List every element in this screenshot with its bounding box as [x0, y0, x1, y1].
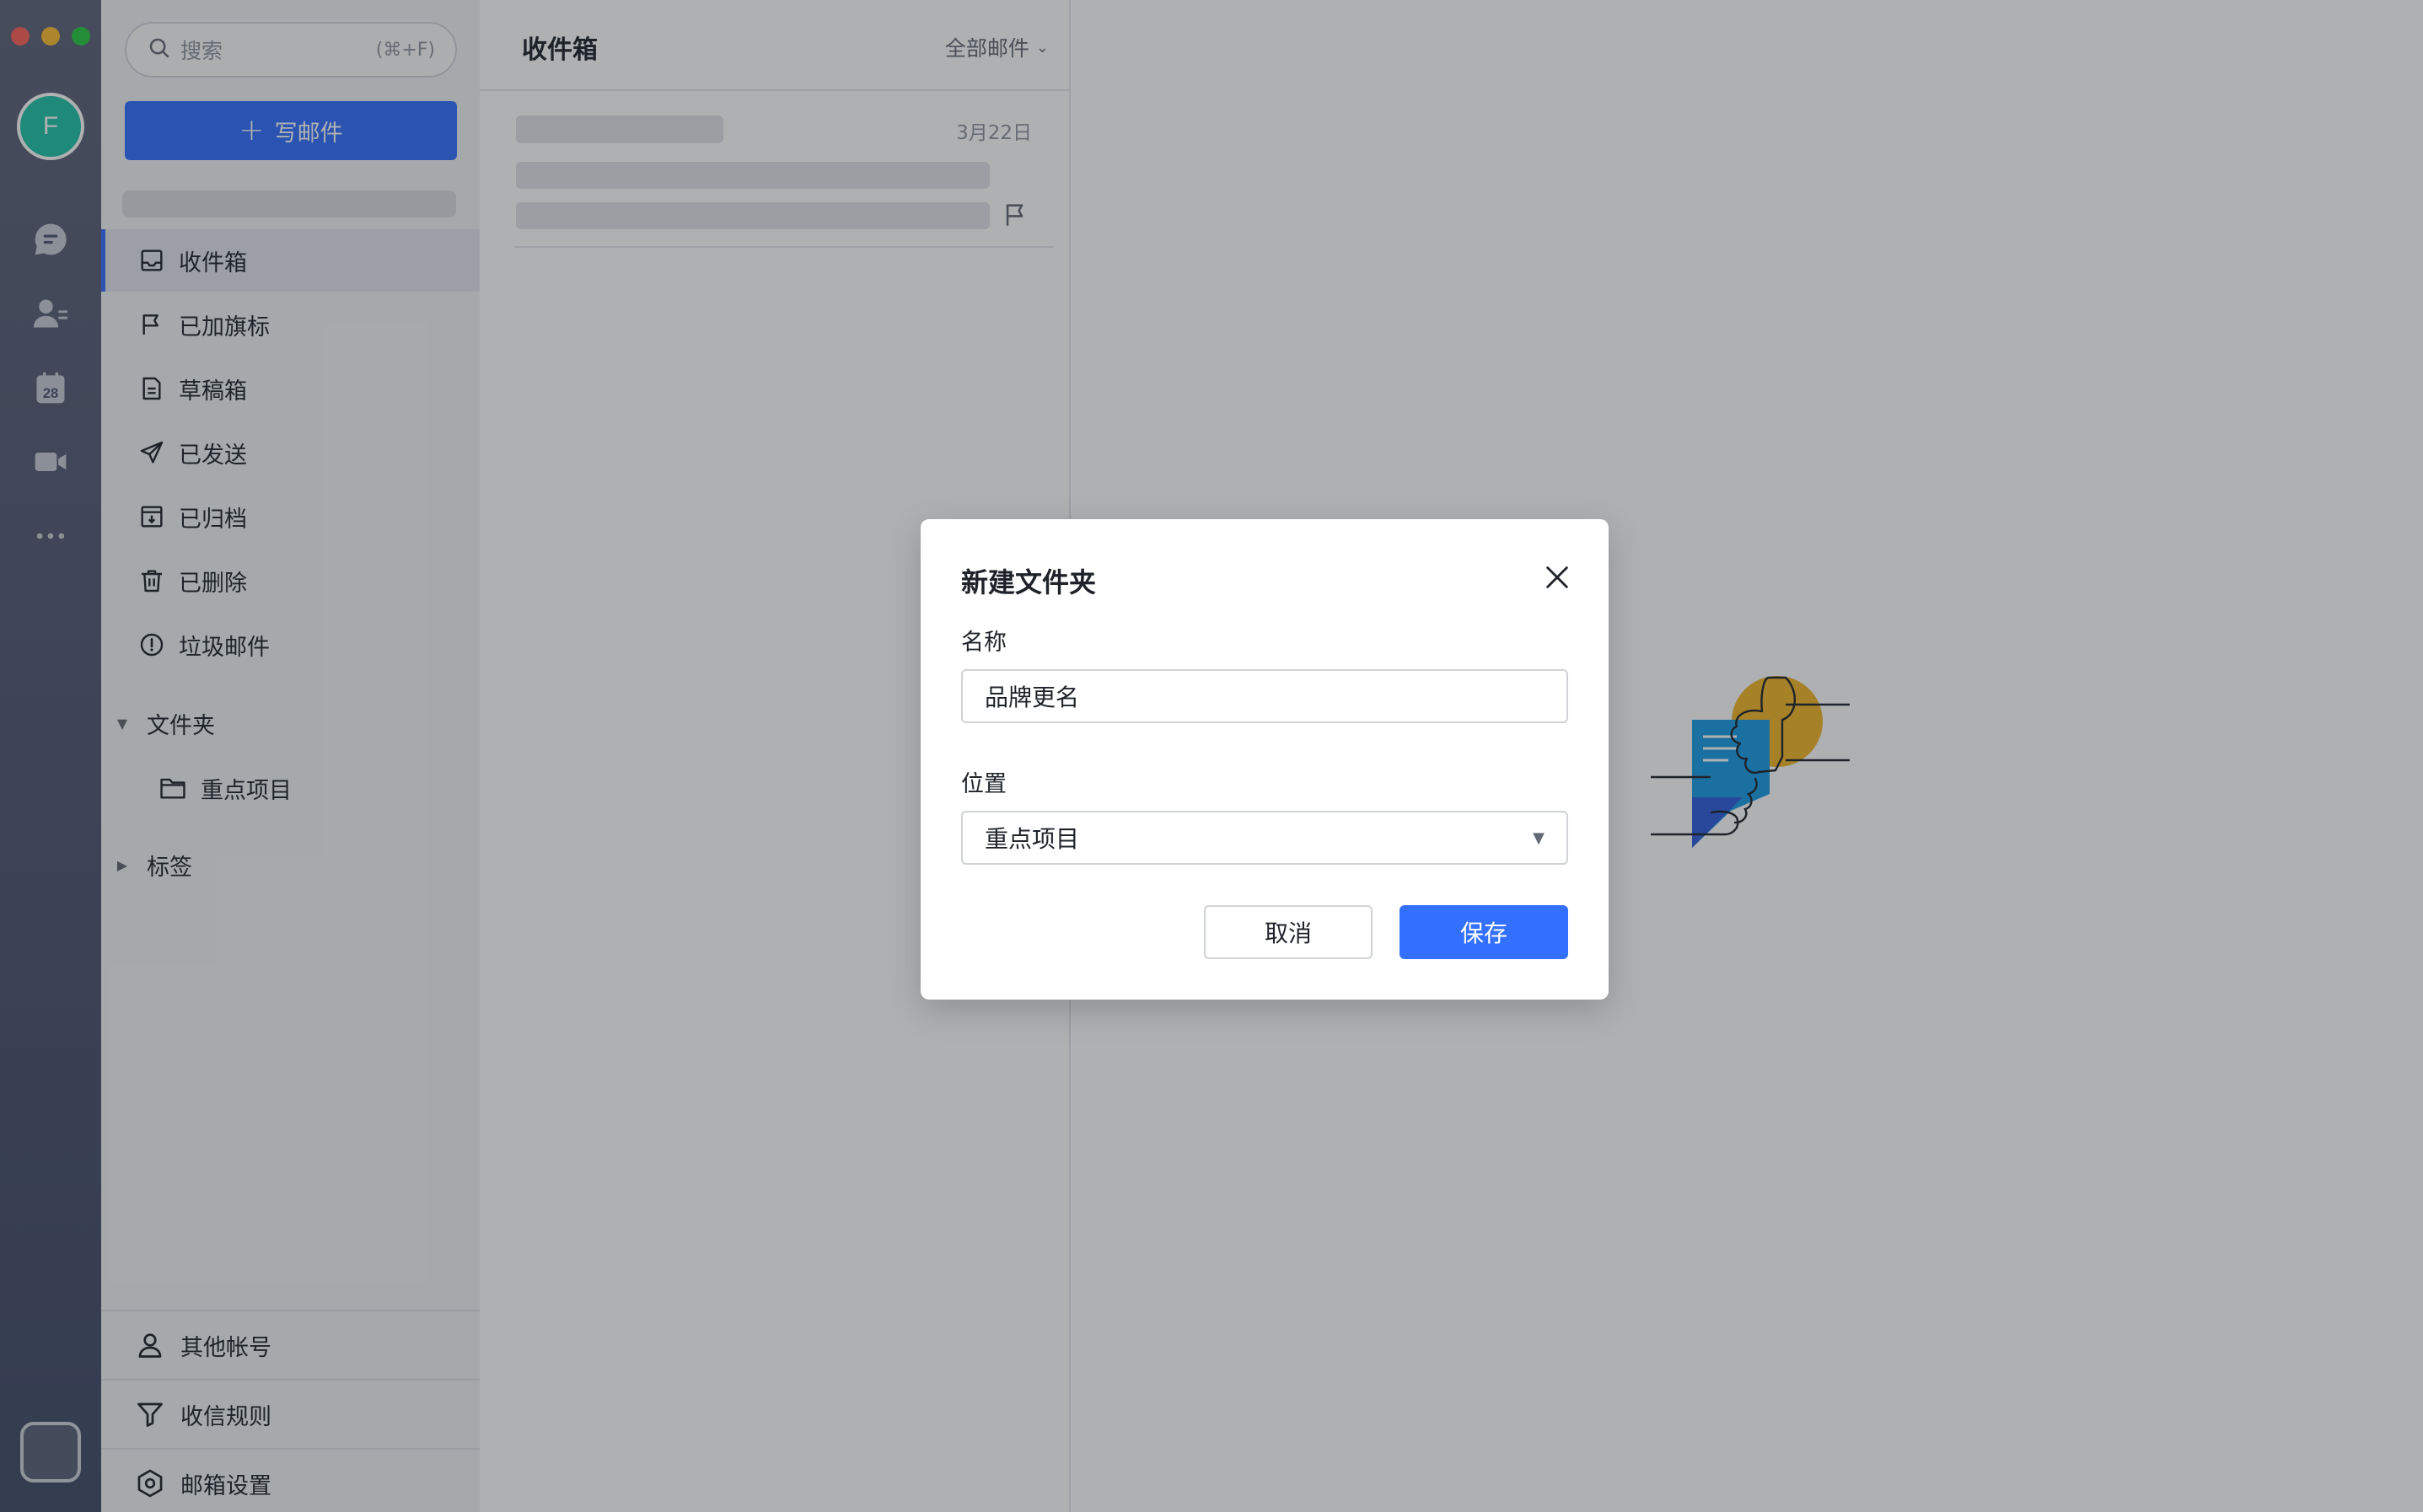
cancel-button[interactable]: 取消: [1204, 905, 1373, 959]
caret-down-icon: ▼: [1533, 828, 1545, 847]
location-select-value: 重点项目: [985, 825, 1080, 853]
dialog-title: 新建文件夹: [961, 566, 1097, 598]
folder-name-input[interactable]: [961, 669, 1568, 723]
save-button[interactable]: 保存: [1400, 905, 1568, 959]
close-icon[interactable]: [1543, 563, 1571, 592]
location-select[interactable]: 重点项目 ▼: [961, 811, 1568, 865]
location-field-label: 位置: [961, 771, 1007, 797]
new-folder-dialog: 新建文件夹 名称 位置 重点项目 ▼ 取消 保存: [921, 519, 1609, 1000]
name-field-label: 名称: [961, 630, 1007, 656]
